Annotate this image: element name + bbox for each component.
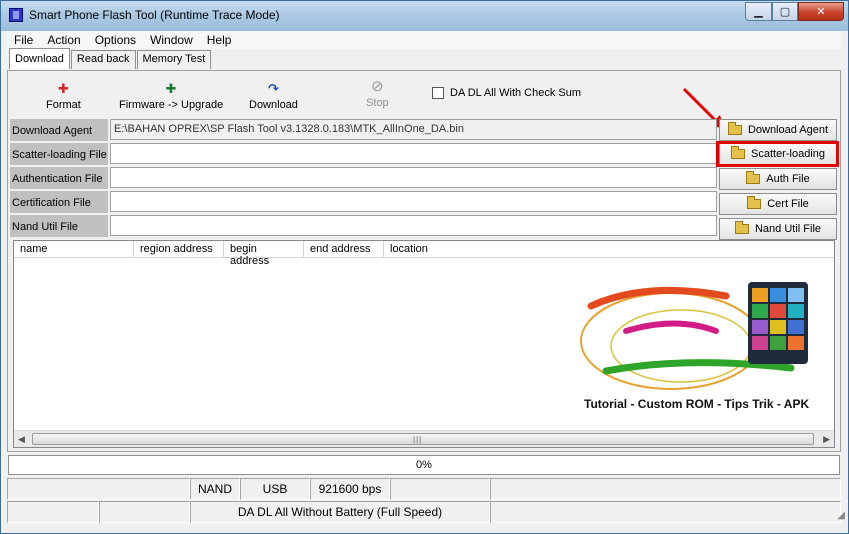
firmware-upgrade-label: Firmware -> Upgrade — [119, 99, 224, 111]
checksum-option[interactable]: DA DL All With Check Sum — [432, 87, 581, 99]
watermark-logo — [580, 282, 808, 390]
scrollbar-grip-icon: ||| — [413, 435, 423, 444]
firmware-upgrade-button[interactable]: ✚ Firmware -> Upgrade — [119, 81, 223, 111]
stop-label: Stop — [366, 97, 389, 109]
firmware-upgrade-icon: ✚ — [165, 81, 177, 96]
nand-util-field[interactable] — [110, 215, 717, 236]
menu-window[interactable]: Window — [143, 31, 200, 49]
table-header: name region address begin address end ad… — [14, 241, 834, 267]
authentication-field[interactable] — [110, 167, 717, 188]
column-header-location[interactable]: location — [384, 241, 834, 258]
format-icon: ✚ — [57, 81, 69, 96]
status-cell-empty — [490, 478, 841, 500]
app-window: Smart Phone Flash Tool (Runtime Trace Mo… — [0, 0, 849, 534]
tab-read-back[interactable]: Read back — [70, 50, 136, 69]
minimize-button[interactable]: ▁ — [745, 2, 772, 21]
column-header-name[interactable]: name — [14, 241, 134, 258]
format-button[interactable]: ✚ Format — [46, 81, 81, 111]
download-icon: ↷ — [268, 81, 279, 96]
maximize-button[interactable]: ▢ — [772, 2, 798, 21]
checksum-label: DA DL All With Check Sum — [450, 87, 582, 99]
download-agent-field[interactable]: E:\BAHAN OPREX\SP Flash Tool v3.1328.0.1… — [110, 119, 717, 140]
folder-icon — [734, 221, 749, 234]
resize-grip-icon[interactable]: ◢ — [837, 510, 845, 521]
scrollbar-thumb[interactable]: ||| — [32, 433, 814, 445]
status-mode: DA DL All Without Battery (Full Speed) — [190, 501, 490, 523]
nand-util-file-button-label: Nand Util File — [754, 223, 822, 235]
progress-bar: 0% — [8, 455, 840, 475]
download-agent-button-label: Download Agent — [747, 124, 829, 136]
certification-label: Certification File — [10, 191, 108, 213]
status-cell-empty — [390, 478, 490, 500]
column-header-begin-address[interactable]: begin address — [224, 241, 304, 267]
folder-icon — [727, 122, 742, 135]
authentication-label: Authentication File — [10, 167, 108, 189]
scatter-loading-field[interactable] — [110, 143, 717, 164]
progress-label: 0% — [416, 459, 432, 471]
menu-action[interactable]: Action — [40, 31, 87, 49]
column-header-region-address[interactable]: region address — [134, 241, 224, 258]
status-cell-empty — [7, 501, 99, 523]
menu-file[interactable]: File — [7, 31, 40, 49]
status-storage: NAND — [190, 478, 240, 500]
download-button[interactable]: ↷ Download — [249, 81, 298, 111]
scatter-highlight-box — [716, 141, 839, 167]
folder-icon — [747, 196, 762, 209]
horizontal-scrollbar[interactable]: ◀ ||| ▶ — [14, 430, 834, 447]
auth-file-button[interactable]: Auth File — [719, 168, 837, 190]
checksum-checkbox[interactable] — [432, 87, 444, 99]
close-button[interactable]: ✕ — [798, 2, 844, 21]
download-label: Download — [249, 99, 298, 111]
tab-bar: Download Read back Memory Test — [9, 48, 212, 69]
folder-icon — [746, 171, 761, 184]
auth-file-button-label: Auth File — [766, 173, 810, 185]
menu-bar: File Action Options Window Help — [7, 31, 841, 49]
nand-util-label: Nand Util File — [10, 215, 108, 237]
nand-util-file-button[interactable]: Nand Util File — [719, 218, 837, 240]
tab-memory-test[interactable]: Memory Test — [136, 50, 212, 69]
window-title: Smart Phone Flash Tool (Runtime Trace Mo… — [29, 8, 280, 22]
watermark-caption: Tutorial - Custom ROM - Tips Trik - APK — [584, 397, 810, 411]
scroll-left-icon[interactable]: ◀ — [18, 434, 25, 445]
status-cell-empty — [99, 501, 190, 523]
column-header-end-address[interactable]: end address — [304, 241, 384, 258]
status-cell-empty — [490, 501, 841, 523]
tab-download[interactable]: Download — [9, 48, 70, 69]
format-label: Format — [46, 99, 81, 111]
stop-icon: ⊘ — [371, 78, 384, 95]
menu-help[interactable]: Help — [200, 31, 239, 49]
download-agent-label: Download Agent — [10, 119, 108, 141]
cert-file-button[interactable]: Cert File — [719, 193, 837, 215]
stop-button[interactable]: ⊘ Stop — [366, 78, 389, 110]
status-port: USB — [240, 478, 310, 500]
window-controls: ▁ ▢ ✕ — [745, 2, 844, 21]
title-bar[interactable]: Smart Phone Flash Tool (Runtime Trace Mo… — [1, 1, 848, 31]
download-agent-button[interactable]: Download Agent — [719, 119, 837, 141]
scroll-right-icon[interactable]: ▶ — [823, 434, 830, 445]
status-cell-empty — [7, 478, 190, 500]
cert-file-button-label: Cert File — [767, 198, 809, 210]
status-baud: 921600 bps — [310, 478, 390, 500]
certification-field[interactable] — [110, 191, 717, 212]
menu-options[interactable]: Options — [88, 31, 143, 49]
scatter-loading-label: Scatter-loading File — [10, 143, 108, 165]
status-bar: NAND USB 921600 bps DA DL All Without Ba… — [7, 478, 841, 524]
app-icon — [9, 8, 23, 22]
